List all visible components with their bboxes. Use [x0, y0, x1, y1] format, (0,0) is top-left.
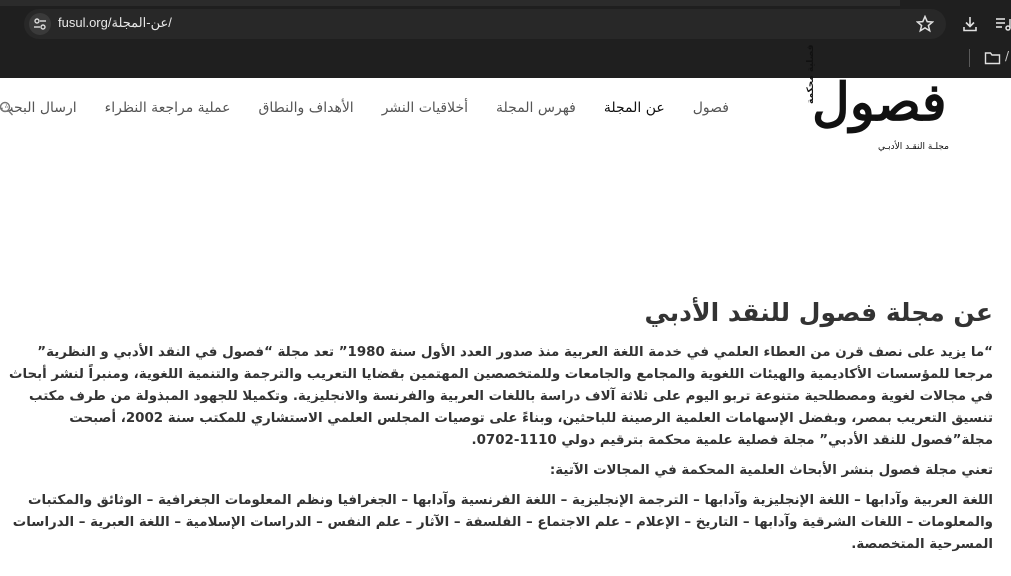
main-nav: فصول عن المجلة فهرس المجلة أخلاقيات النش… [0, 100, 729, 116]
bookmark-folder-icon[interactable] [984, 50, 1001, 66]
media-controls-icon[interactable] [994, 15, 1011, 33]
search-icon[interactable] [0, 101, 14, 117]
url-text[interactable]: fusul.org/عن-المجلة/ [58, 15, 172, 31]
nav-item-peer-review[interactable]: عملية مراجعة النظراء [105, 100, 231, 116]
logo-badge: فصلية محكمة [806, 44, 816, 104]
browser-chrome: fusul.org/عن-المجلة/ / [0, 0, 1011, 78]
address-bar[interactable]: fusul.org/عن-المجلة/ [24, 9, 946, 39]
article-content: عن مجلة فصول للنقد الأدبي “ما يزيد على ن… [3, 296, 993, 556]
nav-item-aims-scope[interactable]: الأهداف والنطاق [258, 100, 353, 116]
tab-strip-edge [0, 0, 900, 6]
download-icon[interactable] [961, 15, 979, 33]
fields-list: اللغة العربية وآدابها – اللغة الإنجليزية… [12, 493, 993, 552]
intro-paragraph: “ما يزيد على نصف قرن من العطاء العلمي في… [8, 345, 993, 448]
nav-item-index[interactable]: فهرس المجلة [496, 100, 576, 116]
page-title: عن مجلة فصول للنقد الأدبي [644, 298, 993, 327]
logo-wordmark: فصول [812, 72, 949, 133]
bookmark-star-icon[interactable] [916, 15, 934, 33]
fields-heading: تعني مجلة فصول بنشر الأبحاث العلمية المح… [549, 463, 993, 478]
bookmark-folder-label[interactable]: / [1005, 49, 1009, 63]
nav-item-fusul[interactable]: فصول [693, 100, 729, 116]
nav-item-ethics[interactable]: أخلاقيات النشر [382, 100, 468, 116]
logo-subtitle: مجلـة النقـد الأدبـي [878, 142, 949, 152]
site-info-icon[interactable] [29, 13, 51, 35]
bookmark-bar-separator [969, 49, 970, 67]
site-logo[interactable]: فصول فصلية محكمة مجلـة النقـد الأدبـي [800, 45, 970, 158]
nav-item-about[interactable]: عن المجلة [604, 100, 665, 116]
